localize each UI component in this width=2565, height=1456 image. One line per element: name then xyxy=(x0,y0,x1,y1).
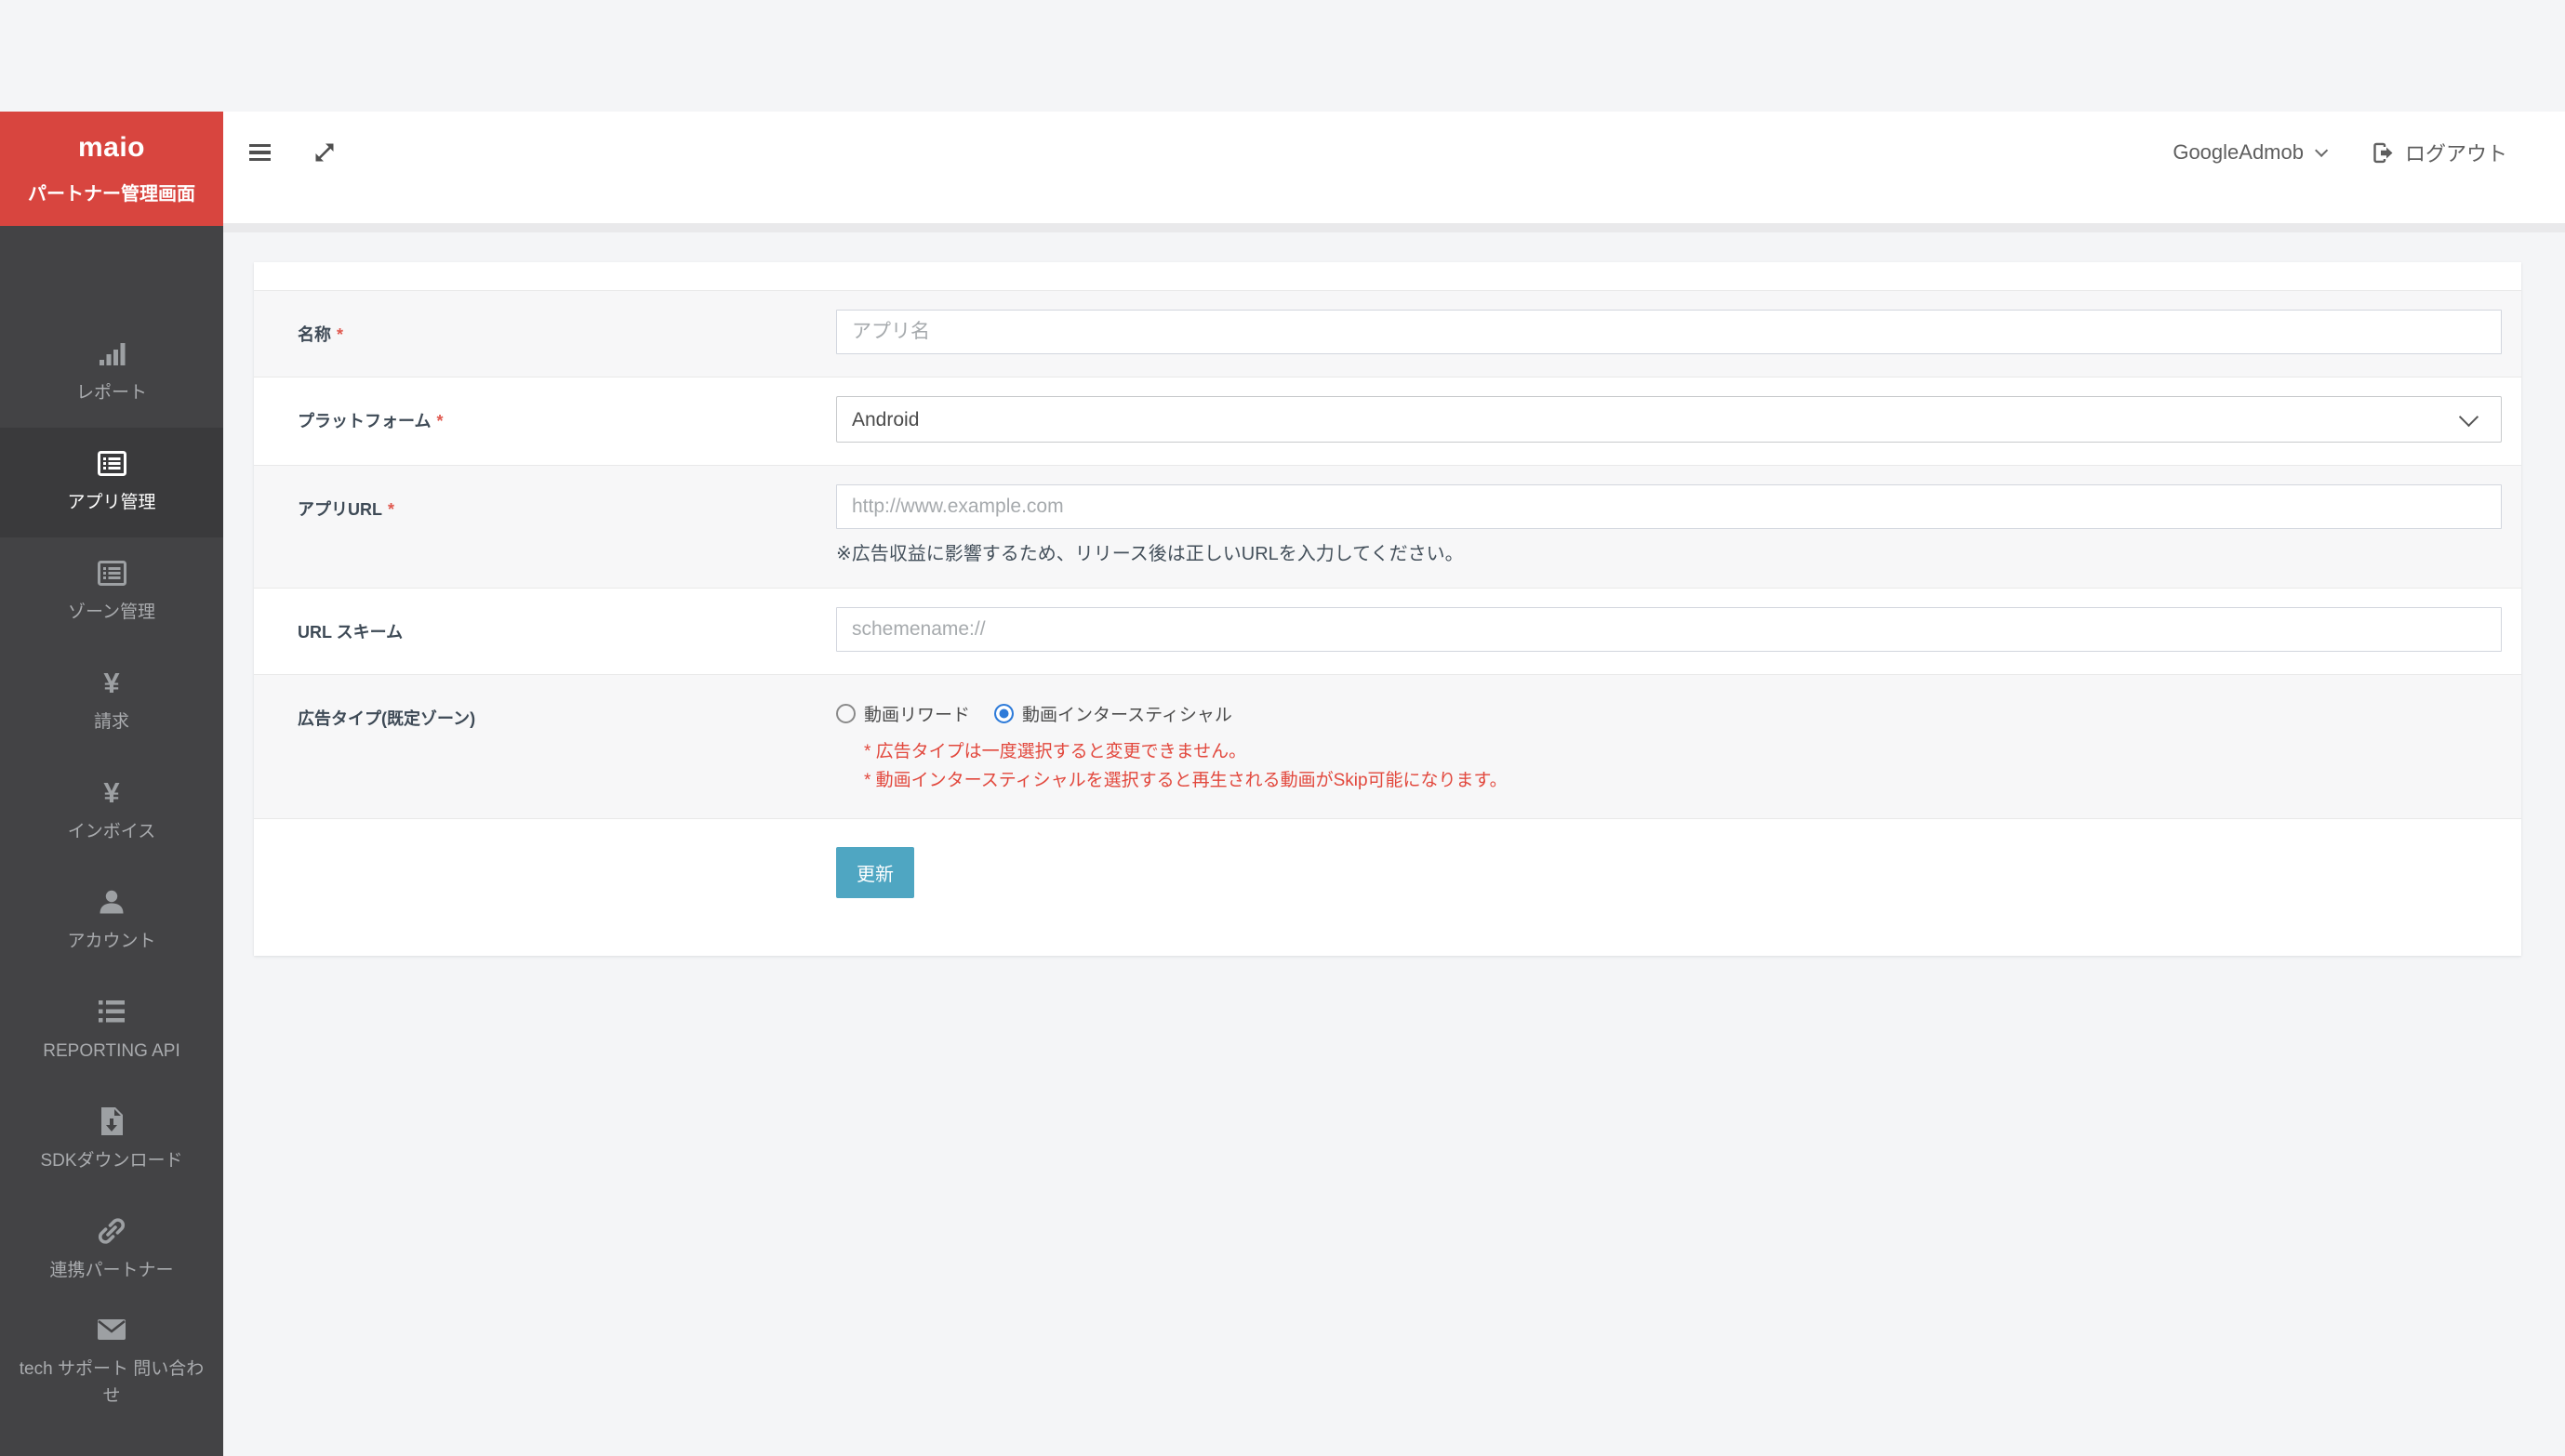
sign-out-icon xyxy=(2372,142,2394,164)
platform-select-wrap: Android xyxy=(836,396,2502,443)
form-row-url-scheme: URL スキーム xyxy=(254,588,2521,674)
form-row-submit: 更新 xyxy=(254,818,2521,956)
form-panel: 名称* プラットフォーム* Android アプリURL* xyxy=(254,262,2521,956)
sidebar-item-account[interactable]: アカウント xyxy=(0,867,223,976)
menu-toggle-button[interactable] xyxy=(247,142,272,164)
top-header: GoogleAdmob ログアウト xyxy=(223,112,2565,223)
sidebar-item-billing[interactable]: ¥ 請求 xyxy=(0,647,223,757)
required-mark: * xyxy=(388,500,394,519)
platform-field-label: プラットフォーム* xyxy=(298,396,836,432)
sidebar-item-label: アカウント xyxy=(67,929,155,956)
sidebar-item-sdk-download[interactable]: SDKダウンロード xyxy=(0,1086,223,1196)
sidebar-item-label: 請求 xyxy=(94,709,129,736)
sidebar-item-invoice[interactable]: ¥ インボイス xyxy=(0,757,223,867)
sidebar-item-zone-management[interactable]: ゾーン管理 xyxy=(0,537,223,647)
sidebar-item-label: 連携パートナー xyxy=(49,1258,173,1285)
list-icon xyxy=(98,997,126,1026)
sidebar-item-label: アプリ管理 xyxy=(67,490,155,517)
platform-select[interactable]: Android xyxy=(836,396,2502,443)
ad-type-radio-group: 動画リワード 動画インタースティシャル xyxy=(836,694,2502,726)
sidebar-item-label: レポート xyxy=(76,380,147,407)
yen-icon: ¥ xyxy=(103,668,119,697)
sidebar-item-partners[interactable]: 連携パートナー xyxy=(0,1196,223,1305)
ad-type-warnings: * 広告タイプは一度選択すると変更できません。 * 動画インタースティシャルを選… xyxy=(864,737,2502,796)
logout-label: ログアウト xyxy=(2405,138,2507,167)
user-icon xyxy=(98,887,126,917)
fullscreen-button[interactable] xyxy=(312,139,338,165)
sidebar-item-tech-support[interactable]: tech サポート 問い合わせ xyxy=(0,1305,223,1419)
radio-video-interstitial[interactable]: 動画インタースティシャル xyxy=(994,701,1232,726)
app-url-input[interactable] xyxy=(836,484,2502,529)
sidebar-item-label: tech サポート 問い合わせ xyxy=(17,1357,206,1410)
chevron-down-icon xyxy=(2315,144,2328,157)
sidebar-item-label: REPORTING API xyxy=(43,1039,179,1066)
account-menu[interactable]: GoogleAdmob xyxy=(2173,140,2324,165)
file-download-icon xyxy=(100,1106,124,1136)
envelope-icon xyxy=(98,1315,126,1344)
logo-title: maio xyxy=(78,132,145,164)
hamburger-icon xyxy=(249,144,271,162)
warning-line: * 動画インタースティシャルを選択すると再生される動画がSkip可能になります。 xyxy=(864,766,2502,795)
url-scheme-input[interactable] xyxy=(836,607,2502,652)
app-logo: maio パートナー管理画面 xyxy=(0,112,223,226)
logo-subtitle: パートナー管理画面 xyxy=(28,179,195,205)
sidebar-nav: レポート アプリ管理 xyxy=(0,318,223,1419)
logout-button[interactable]: ログアウト xyxy=(2372,138,2507,167)
app-name-input[interactable] xyxy=(836,310,2502,354)
sidebar-item-reporting-api[interactable]: REPORTING API xyxy=(0,976,223,1086)
warning-line: * 広告タイプは一度選択すると変更できません。 xyxy=(864,737,2502,766)
expand-icon xyxy=(313,141,336,164)
main-content: 新規アプリ Home / アプリ管理 / 新規アプリ 名称* プラットフォーム* xyxy=(223,112,2565,956)
ad-type-field-label: 広告タイプ(既定ゾーン) xyxy=(298,694,836,730)
link-icon xyxy=(98,1216,126,1246)
submit-button[interactable]: 更新 xyxy=(836,847,914,898)
radio-label: 動画インタースティシャル xyxy=(1022,701,1232,726)
sidebar: maio パートナー管理画面 レポート xyxy=(0,112,223,1456)
yen-icon: ¥ xyxy=(103,777,119,807)
form-row-ad-type: 広告タイプ(既定ゾーン) 動画リワード 動画インタースティシャル * 広告タイプ… xyxy=(254,674,2521,818)
required-mark: * xyxy=(436,412,443,430)
form-row-app-url: アプリURL* ※広告収益に影響するため、リリース後は正しいURLを入力してくだ… xyxy=(254,465,2521,588)
sidebar-item-report[interactable]: レポート xyxy=(0,318,223,428)
sidebar-item-label: インボイス xyxy=(68,819,155,846)
app-url-field-label: アプリURL* xyxy=(298,484,836,521)
app-url-help-text: ※広告収益に影響するため、リリース後は正しいURLを入力してください。 xyxy=(836,538,2502,565)
required-mark: * xyxy=(337,325,343,344)
url-scheme-field-label: URL スキーム xyxy=(298,607,836,643)
bar-chart-icon xyxy=(99,338,126,368)
list-alt-icon xyxy=(98,558,126,588)
list-alt-icon xyxy=(98,448,126,478)
radio-video-reward[interactable]: 動画リワード xyxy=(836,701,970,726)
sidebar-item-label: SDKダウンロード xyxy=(40,1148,182,1175)
form-row-name: 名称* xyxy=(254,290,2521,377)
radio-video-reward-input[interactable] xyxy=(836,704,856,723)
radio-video-interstitial-input[interactable] xyxy=(994,704,1014,723)
form-row-platform: プラットフォーム* Android xyxy=(254,377,2521,465)
account-menu-label: GoogleAdmob xyxy=(2173,140,2304,165)
name-field-label: 名称* xyxy=(298,310,836,346)
radio-label: 動画リワード xyxy=(864,701,970,726)
sidebar-item-app-management[interactable]: アプリ管理 xyxy=(0,428,223,537)
sidebar-item-label: ゾーン管理 xyxy=(68,600,155,627)
